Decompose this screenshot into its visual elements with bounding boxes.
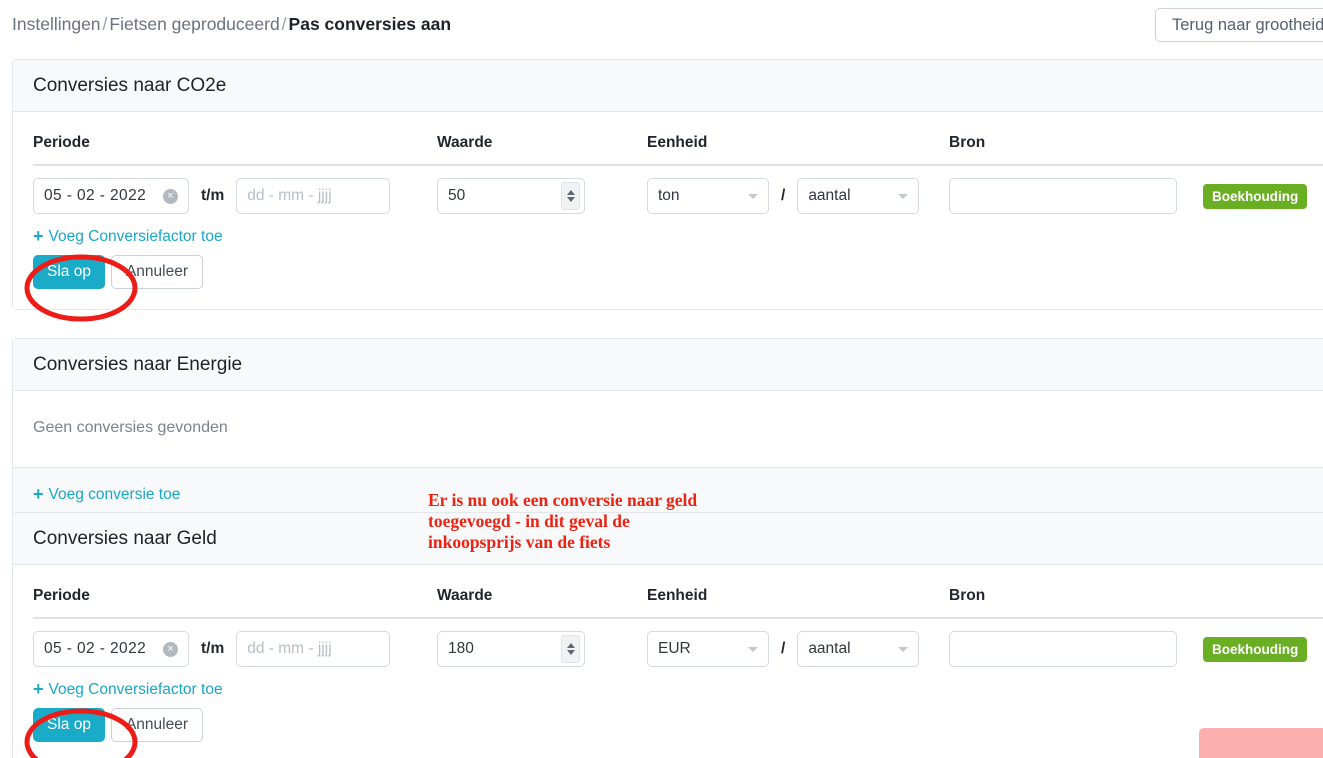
column-header-periode: Periode: [33, 587, 90, 604]
add-conversiefactor-label: Voeg Conversiefactor toe: [48, 680, 223, 698]
value-stepper[interactable]: [561, 182, 580, 210]
add-factor-row-geld: + Voeg Conversiefactor toe: [33, 679, 1323, 708]
status-badge: Boekhouding: [1203, 636, 1308, 662]
value-input[interactable]: 50: [437, 178, 585, 214]
table-row: 05 - 02 - 2022 × t/m dd - mm - jjjj 180: [33, 619, 1323, 679]
date-to-input[interactable]: dd - mm - jjjj: [236, 178, 391, 214]
form-actions-geld: Sla op Annuleer: [33, 708, 1323, 758]
card-body-co2e: Periode Waarde Eenheid Bron 05 - 02 - 20…: [13, 112, 1323, 309]
unit-denominator-select[interactable]: aantal: [797, 178, 920, 214]
date-to-placeholder: dd - mm - jjjj: [247, 187, 332, 204]
value-text: 50: [448, 187, 466, 204]
breadcrumb-item-fietsen-geproduceerd[interactable]: Fietsen geproduceerd: [109, 14, 279, 34]
breadcrumb-current-page: Pas conversies aan: [288, 14, 452, 34]
source-input[interactable]: [949, 631, 1177, 667]
card-title-co2e: Conversies naar CO2e: [33, 74, 227, 96]
date-to-placeholder: dd - mm - jjjj: [247, 640, 332, 657]
clear-date-icon[interactable]: ×: [163, 641, 178, 657]
add-conversiefactor-label: Voeg Conversiefactor toe: [48, 227, 223, 245]
breadcrumb-separator-2: /: [281, 14, 287, 34]
unit-numerator-value: EUR: [658, 640, 691, 657]
empty-state-message: Geen conversies gevonden: [33, 419, 228, 436]
breadcrumb-item-instellingen[interactable]: Instellingen: [12, 14, 101, 34]
cancel-button[interactable]: Annuleer: [110, 708, 203, 742]
column-header-periode: Periode: [33, 134, 90, 151]
eenheid-cell: EUR / aantal: [647, 631, 949, 667]
plus-icon: +: [33, 679, 44, 699]
date-to-input[interactable]: dd - mm - jjjj: [236, 631, 391, 667]
card-title-energie: Conversies naar Energie: [33, 353, 243, 375]
form-actions-co2e: Sla op Annuleer: [33, 255, 1323, 309]
stepper-down-icon[interactable]: [566, 650, 575, 655]
unit-denominator-value: aantal: [808, 640, 851, 657]
source-input[interactable]: [949, 178, 1177, 214]
add-conversie-link[interactable]: + Voeg conversie toe: [33, 484, 180, 505]
chevron-down-icon[interactable]: [898, 646, 909, 652]
table-header-row-geld: Periode Waarde Eenheid Bron: [33, 565, 1323, 619]
chevron-down-icon[interactable]: [748, 646, 758, 652]
unit-numerator-select[interactable]: EUR: [647, 631, 769, 667]
unit-slash-label: /: [781, 187, 786, 204]
breadcrumb: Instellingen / Fietsen geproduceerd / Pas co…: [12, 14, 451, 35]
page-root: Instellingen / Fietsen geproduceerd / Pas co…: [0, 0, 1323, 758]
value-input[interactable]: 180: [437, 631, 585, 667]
unit-denominator-value: aantal: [808, 187, 851, 204]
bron-cell: Boekhouding: [949, 631, 1323, 667]
date-from-input[interactable]: 05 - 02 - 2022 ×: [33, 178, 189, 214]
stepper-up-icon[interactable]: [566, 643, 575, 648]
waarde-cell: 180: [437, 631, 647, 667]
card-body-geld: Periode Waarde Eenheid Bron 05 - 02 - 20…: [13, 565, 1323, 758]
unit-numerator-select[interactable]: ton: [647, 178, 769, 214]
card-header-energie: Conversies naar Energie: [13, 339, 1323, 391]
chevron-down-icon[interactable]: [748, 193, 758, 199]
value-text: 180: [448, 640, 474, 657]
date-from-input[interactable]: 05 - 02 - 2022 ×: [33, 631, 189, 667]
delete-conversion-button[interactable]: [1199, 728, 1323, 758]
column-header-eenheid: Eenheid: [647, 587, 708, 604]
unit-slash-label: /: [781, 640, 786, 657]
add-factor-row-co2e: + Voeg Conversiefactor toe: [33, 226, 1323, 255]
plus-icon: +: [33, 484, 44, 504]
tm-label: t/m: [201, 640, 225, 657]
unit-numerator-value: ton: [658, 187, 680, 204]
top-bar: Instellingen / Fietsen geproduceerd / Pas co…: [0, 0, 1323, 52]
waarde-cell: 50: [437, 178, 647, 214]
stepper-up-icon[interactable]: [566, 190, 575, 195]
add-conversiefactor-link[interactable]: + Voeg Conversiefactor toe: [33, 679, 223, 700]
column-header-waarde: Waarde: [437, 587, 493, 604]
save-button[interactable]: Sla op: [33, 255, 105, 289]
bron-cell: Boekhouding: [949, 178, 1323, 214]
stepper-down-icon[interactable]: [566, 197, 575, 202]
add-conversie-label: Voeg conversie toe: [48, 485, 181, 503]
save-button[interactable]: Sla op: [33, 708, 105, 742]
card-title-geld: Conversies naar Geld: [33, 527, 217, 549]
add-conversiefactor-link[interactable]: + Voeg Conversiefactor toe: [33, 226, 223, 247]
column-header-bron: Bron: [949, 134, 986, 151]
status-badge: Boekhouding: [1203, 183, 1308, 209]
periode-cell: 05 - 02 - 2022 × t/m dd - mm - jjjj: [33, 178, 437, 214]
clear-date-icon[interactable]: ×: [163, 188, 178, 204]
date-from-value: 05 - 02 - 2022: [44, 187, 147, 204]
column-header-eenheid: Eenheid: [647, 134, 708, 151]
chevron-down-icon[interactable]: [898, 193, 909, 199]
table-header-row-co2e: Periode Waarde Eenheid Bron: [33, 112, 1323, 166]
column-header-waarde: Waarde: [437, 134, 493, 151]
cancel-button[interactable]: Annuleer: [110, 255, 203, 289]
value-stepper[interactable]: [561, 635, 580, 663]
column-header-bron: Bron: [949, 587, 986, 604]
periode-cell: 05 - 02 - 2022 × t/m dd - mm - jjjj: [33, 631, 437, 667]
unit-denominator-select[interactable]: aantal: [797, 631, 920, 667]
conversions-table-co2e: Periode Waarde Eenheid Bron 05 - 02 - 20…: [33, 112, 1323, 226]
card-body-energie: Geen conversies gevonden: [13, 391, 1323, 467]
eenheid-cell: ton / aantal: [647, 178, 949, 214]
table-row: 05 - 02 - 2022 × t/m dd - mm - jjjj 50 t…: [33, 166, 1323, 226]
conversions-table-geld: Periode Waarde Eenheid Bron 05 - 02 - 20…: [33, 565, 1323, 679]
card-conversies-co2e: Conversies naar CO2e Periode Waarde Eenh…: [12, 59, 1323, 310]
back-to-grootheid-button[interactable]: Terug naar grootheid: [1155, 8, 1323, 42]
tm-label: t/m: [201, 187, 225, 204]
plus-icon: +: [33, 226, 44, 246]
annotation-note-text: Er is nu ook een conversie naar geld toe…: [428, 490, 698, 552]
card-header-co2e: Conversies naar CO2e: [13, 60, 1323, 112]
date-from-value: 05 - 02 - 2022: [44, 640, 147, 657]
